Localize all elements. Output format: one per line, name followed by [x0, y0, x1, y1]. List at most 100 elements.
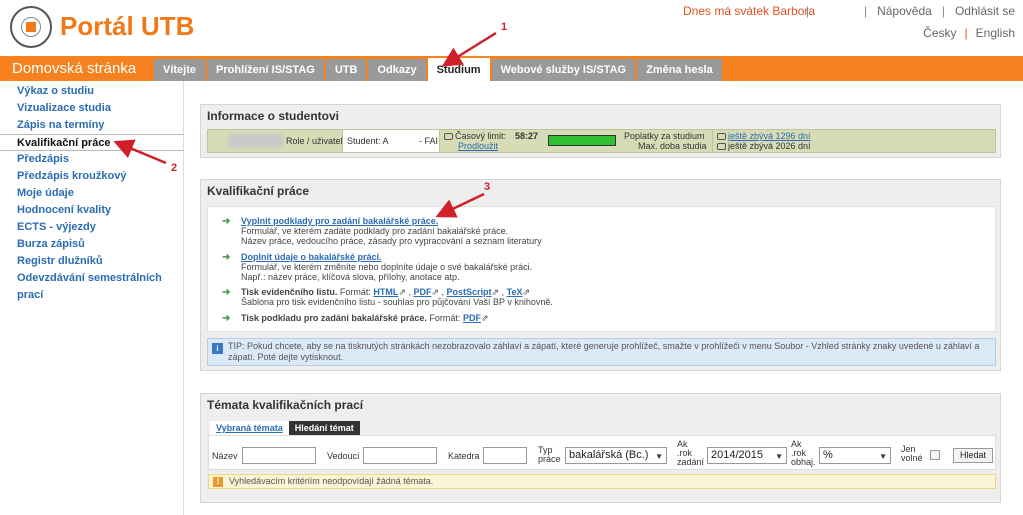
main-navbar: Domovská stránka Vítejte Prohlížení IS/S…	[0, 56, 1023, 82]
time-limit-progress-bar	[548, 135, 616, 146]
logout-link[interactable]: Odhlásit se	[955, 4, 1015, 18]
type-label: Typ práce	[538, 445, 561, 464]
comment-icon	[717, 143, 726, 151]
tab-vitejte[interactable]: Vítejte	[154, 59, 206, 81]
format-tex-link[interactable]: TeX	[507, 287, 523, 297]
sidebar-item-odevzdavani[interactable]: Odevzdávání semestrálních prací	[0, 270, 183, 301]
tab-selected-topics[interactable]: Vybraná témata	[210, 421, 289, 435]
language-switch: Česky | English	[923, 26, 1015, 40]
tab-search-topics[interactable]: Hledání témat	[288, 421, 360, 435]
annotation-number-1: 1	[501, 21, 508, 33]
supervisor-input[interactable]	[363, 447, 437, 464]
green-arrow-icon: ➜	[222, 252, 231, 263]
supervisor-label: Vedoucí	[327, 451, 360, 461]
max-remaining: ještě zbývá 2026 dní	[717, 141, 811, 163]
help-link[interactable]: Nápověda	[877, 4, 932, 18]
nav-tabs: Vítejte Prohlížení IS/STAG UTB Odkazy St…	[154, 58, 724, 82]
annotation-number-3: 3	[484, 181, 491, 193]
item-description: Název práce, vedoucího práce, zásady pro…	[241, 236, 542, 246]
brand-title[interactable]: Portál UTB	[60, 11, 194, 42]
extend-link[interactable]: Prodloužit	[458, 141, 498, 163]
warning-icon: !	[213, 477, 223, 487]
panel-title: Kvalifikační práce	[207, 184, 310, 198]
department-input[interactable]	[483, 447, 527, 464]
sidebar-item-vizualizace[interactable]: Vizualizace studia	[0, 100, 183, 117]
external-link-icon: ⇗	[431, 287, 440, 297]
panel-title: Informace o studentovi	[207, 109, 340, 123]
sidebar-item-zapis[interactable]: Zápis na termíny	[0, 117, 183, 134]
redacted-name	[228, 134, 283, 148]
tab-prohlizeni[interactable]: Prohlížení IS/STAG	[207, 59, 324, 81]
lang-en-link[interactable]: English	[976, 26, 1015, 40]
department-label: Katedra	[448, 451, 480, 461]
year-defense-select[interactable]: %	[819, 447, 891, 464]
sidebar-item-predzapis[interactable]: Předzápis	[0, 151, 183, 168]
divider: |	[806, 4, 810, 18]
item-description: Šablona pro tisk evidenčního listu - sou…	[241, 297, 553, 307]
max-study-label: Max. doba studia	[638, 141, 707, 151]
type-select[interactable]: bakalářská (Bc.)	[565, 447, 667, 464]
student-role-box: Student: A - FAI	[342, 130, 440, 152]
divider: |	[941, 4, 945, 18]
search-button[interactable]: Hledat	[953, 448, 994, 463]
sidebar-item-hodnoceni[interactable]: Hodnocení kvality	[0, 202, 183, 219]
format-html-link[interactable]: HTML	[373, 287, 398, 297]
info-icon: i	[212, 343, 223, 354]
format-pdf-link[interactable]: PDF	[463, 313, 481, 323]
format-pdf-link[interactable]: PDF	[413, 287, 431, 297]
fill-assignment-link[interactable]: Vyplnit podklady pro zadání bakalářské p…	[241, 216, 438, 226]
year-assign-label: Ak .rok zadání	[677, 439, 705, 467]
topics-search-form: Název Vedoucí Katedra Typ práce bakalářsk…	[208, 435, 996, 470]
tab-utb[interactable]: UTB	[325, 59, 367, 81]
format-label: Formát:	[339, 287, 371, 297]
free-only-checkbox[interactable]	[930, 450, 940, 460]
sidebar-item-kvalifikacni-prace[interactable]: Kvalifikační práce	[0, 134, 183, 151]
sidebar-item-moje-udaje[interactable]: Moje údaje	[0, 185, 183, 202]
role-label: Role / uživatel	[286, 136, 343, 146]
sidebar-item-registr[interactable]: Registr dlužníků	[0, 253, 183, 270]
warning-text: Vyhledávacím kritériím neodpovídají žádn…	[229, 476, 434, 486]
sidebar-item-burza[interactable]: Burza zápisů	[0, 236, 183, 253]
top-links: | Nápověda | Odhlásit se	[864, 4, 1015, 18]
tip-text: zápatí. Poté dejte vytisknout.	[228, 352, 344, 362]
tab-odkazy[interactable]: Odkazy	[368, 59, 426, 81]
lang-cz-link[interactable]: Česky	[923, 26, 956, 40]
complete-thesis-info-link[interactable]: Doplnit údaje o bakalářské práci.	[241, 252, 382, 262]
name-input[interactable]	[242, 447, 316, 464]
sidebar: Výkaz o studiu Vizualizace studia Zápis …	[0, 81, 184, 515]
qualification-actions: ➜ Vyplnit podklady pro zadání bakalářské…	[207, 206, 996, 332]
external-link-icon: ⇗	[522, 287, 530, 297]
item-description: Formulář, ve kterém změníte nebo doplnít…	[241, 262, 533, 272]
tip-text: TIP: Pokud chcete, aby se na tisknutých …	[228, 341, 980, 351]
tab-zmena-hesla[interactable]: Změna hesla	[637, 59, 722, 81]
format-label: Formát:	[429, 313, 461, 323]
print-assignment-label: Tisk podkladu pro zadání bakalářské prác…	[241, 313, 427, 323]
tab-studium[interactable]: Studium	[427, 58, 490, 82]
year-assign-select[interactable]: 2014/2015	[707, 447, 787, 464]
panel-title: Témata kvalifikačních prací	[207, 398, 364, 412]
green-arrow-icon: ➜	[222, 287, 231, 298]
sidebar-item-predzapis-krouzkovy[interactable]: Předzápis kroužkový	[0, 168, 183, 185]
student-info-row: Role / uživatel Student: A - FAI Časový …	[207, 129, 996, 153]
student-value: Student: A	[347, 136, 389, 146]
max-remaining-text: ještě zbývá 2026 dní	[728, 141, 811, 151]
fees-remaining-link[interactable]: ještě zbývá 1296 dní	[728, 131, 811, 141]
time-limit-label: Časový limit:	[455, 131, 507, 141]
format-postscript-link[interactable]: PostScript	[447, 287, 492, 297]
qualification-panel: Kvalifikační práce ➜ Vyplnit podklady pr…	[200, 179, 1001, 371]
divider: |	[964, 26, 968, 40]
item-description: Formulář, ve kterém zadáte podklady pro …	[241, 226, 509, 236]
annotation-number-2: 2	[171, 162, 178, 174]
nameday-text: Dnes má svátek Barbora	[683, 4, 816, 18]
sidebar-item-ects[interactable]: ECTS - výjezdy	[0, 219, 183, 236]
home-title[interactable]: Domovská stránka	[12, 60, 136, 77]
sidebar-item-vykaz[interactable]: Výkaz o studiu	[0, 83, 183, 100]
free-only-label: Jen volné	[901, 444, 923, 463]
green-arrow-icon: ➜	[222, 216, 231, 227]
name-label: Název	[212, 451, 238, 461]
tab-webove-sluzby[interactable]: Webové služby IS/STAG	[491, 59, 636, 81]
external-link-icon: ⇗	[491, 287, 500, 297]
external-link-icon: ⇗	[398, 287, 406, 297]
comment-icon	[444, 133, 453, 141]
year-defense-label: Ak .rok obhaj.	[791, 439, 816, 467]
